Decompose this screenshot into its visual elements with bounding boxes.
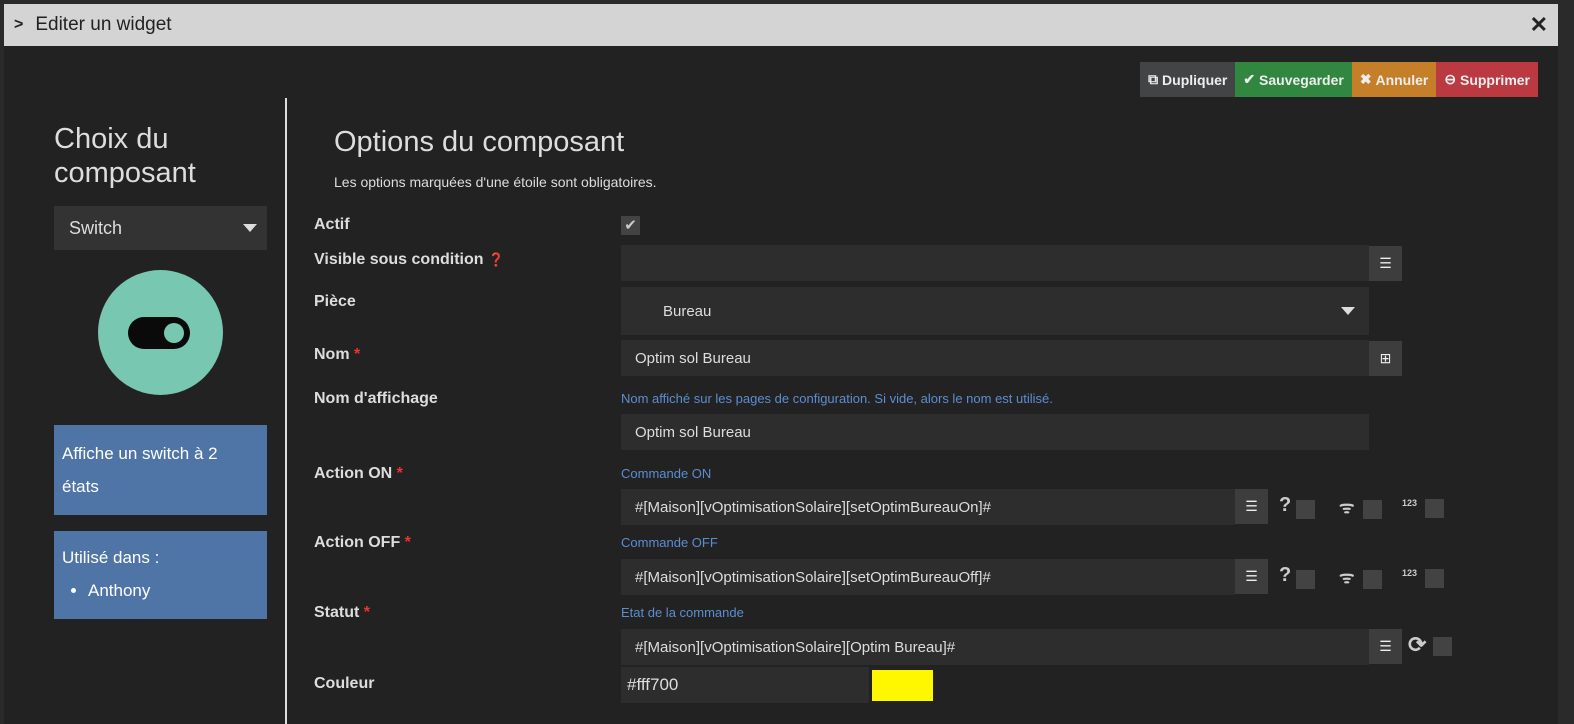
- question-icon: ?: [1279, 494, 1292, 516]
- component-select[interactable]: Switch: [54, 206, 267, 250]
- action-off-hint: Commande OFF: [621, 535, 718, 550]
- action-on-label: Action ON *: [314, 465, 403, 482]
- action-on-secure-checkbox[interactable]: [1363, 500, 1382, 519]
- list-icon[interactable]: ☰: [1369, 629, 1402, 664]
- copy-icon: ⧉: [1148, 71, 1163, 87]
- nom-affichage-input[interactable]: Optim sol Bureau: [621, 414, 1369, 450]
- plus-square-icon[interactable]: ⊞: [1369, 341, 1402, 376]
- options-title: Options du composant: [334, 126, 625, 158]
- component-chooser: Choix du composant Switch Affiche un swi…: [54, 122, 267, 619]
- actif-label: Actif: [314, 216, 350, 233]
- column-divider: [285, 98, 287, 724]
- action-off-label: Action OFF *: [314, 534, 411, 551]
- nom-label: Nom *: [314, 346, 361, 363]
- statut-label: Statut *: [314, 604, 371, 621]
- chevron-right-icon[interactable]: >: [14, 16, 23, 34]
- action-on-hint: Commande ON: [621, 466, 712, 481]
- visible-label-text: Visible sous condition: [314, 251, 484, 268]
- piece-select[interactable]: Bureau: [621, 287, 1369, 335]
- cancel-button[interactable]: ✖ Annuler: [1351, 62, 1437, 97]
- duplicate-label: Dupliquer: [1162, 71, 1228, 88]
- modal-title: Editer un widget: [35, 14, 172, 35]
- visible-condition-input[interactable]: [621, 245, 1369, 281]
- used-in-label: Utilisé dans :: [62, 548, 160, 567]
- component-description: Affiche un switch à 2 états: [54, 425, 267, 515]
- caret-down-icon: [1341, 307, 1355, 315]
- couleur-label: Couleur: [314, 675, 375, 692]
- help-icon[interactable]: ❓: [488, 252, 504, 267]
- couleur-input[interactable]: #fff700: [621, 667, 869, 703]
- action-on-input[interactable]: #[Maison][vOptimisationSolaire][setOptim…: [621, 489, 1235, 525]
- visible-label: Visible sous condition ❓: [314, 251, 504, 269]
- numeric-icon: 123: [1402, 498, 1418, 508]
- piece-label: Pièce: [314, 293, 356, 310]
- delete-button[interactable]: ⊖ Supprimer: [1436, 62, 1538, 97]
- statut-refresh-checkbox[interactable]: [1433, 637, 1452, 656]
- numeric-icon: 123: [1402, 568, 1418, 578]
- nom-affichage-hint: Nom affiché sur les pages de configurati…: [621, 391, 1053, 406]
- action-off-secure-checkbox[interactable]: [1363, 570, 1382, 589]
- list-icon[interactable]: ☰: [1235, 489, 1268, 524]
- question-icon: ?: [1279, 564, 1292, 586]
- minus-circle-icon: ⊖: [1444, 71, 1460, 87]
- action-on-confirm-checkbox[interactable]: [1296, 500, 1315, 519]
- nom-input[interactable]: Optim sol Bureau: [621, 340, 1369, 376]
- action-off-code-checkbox[interactable]: [1425, 569, 1444, 588]
- caret-down-icon: [243, 224, 257, 232]
- used-in-box: Utilisé dans : Anthony: [54, 531, 267, 619]
- save-label: Sauvegarder: [1259, 71, 1344, 88]
- switch-preview-icon: [98, 270, 223, 395]
- x-icon: ✖: [1359, 71, 1376, 87]
- modal-titlebar: > Editer un widget ✕: [4, 4, 1558, 46]
- list-icon[interactable]: ☰: [1369, 246, 1402, 281]
- check-circle-icon: ✔: [1243, 71, 1260, 87]
- delete-label: Supprimer: [1459, 71, 1530, 88]
- edit-widget-modal: > Editer un widget ✕ ⧉ Dupliquer ✔ Sauve…: [4, 4, 1558, 724]
- list-icon[interactable]: ☰: [1235, 559, 1268, 594]
- action-off-input[interactable]: #[Maison][vOptimisationSolaire][setOptim…: [621, 559, 1235, 595]
- fingerprint-icon: ᯤ: [1339, 568, 1355, 587]
- action-on-code-checkbox[interactable]: [1425, 499, 1444, 518]
- used-in-item: Anthony: [88, 574, 259, 607]
- fingerprint-icon: ᯤ: [1339, 498, 1355, 517]
- statut-input[interactable]: #[Maison][vOptimisationSolaire][Optim Bu…: [621, 629, 1369, 665]
- action-off-confirm-checkbox[interactable]: [1296, 570, 1315, 589]
- nom-affichage-label: Nom d'affichage: [314, 390, 438, 407]
- piece-value: Bureau: [663, 302, 712, 320]
- actif-checkbox[interactable]: ✔: [621, 216, 640, 235]
- options-subtitle: Les options marquées d'une étoile sont o…: [334, 174, 657, 190]
- component-select-value: Switch: [69, 217, 123, 238]
- refresh-icon: ⟳: [1408, 632, 1427, 657]
- color-swatch[interactable]: [872, 670, 933, 701]
- component-chooser-heading: Choix du composant: [54, 123, 196, 189]
- duplicate-button[interactable]: ⧉ Dupliquer: [1140, 62, 1236, 97]
- toolbar: ⧉ Dupliquer ✔ Sauvegarder ✖ Annuler ⊖ Su…: [1140, 62, 1538, 97]
- cancel-label: Annuler: [1375, 71, 1429, 88]
- save-button[interactable]: ✔ Sauvegarder: [1235, 62, 1352, 97]
- statut-hint: Etat de la commande: [621, 605, 744, 620]
- close-icon[interactable]: ✕: [1530, 12, 1548, 38]
